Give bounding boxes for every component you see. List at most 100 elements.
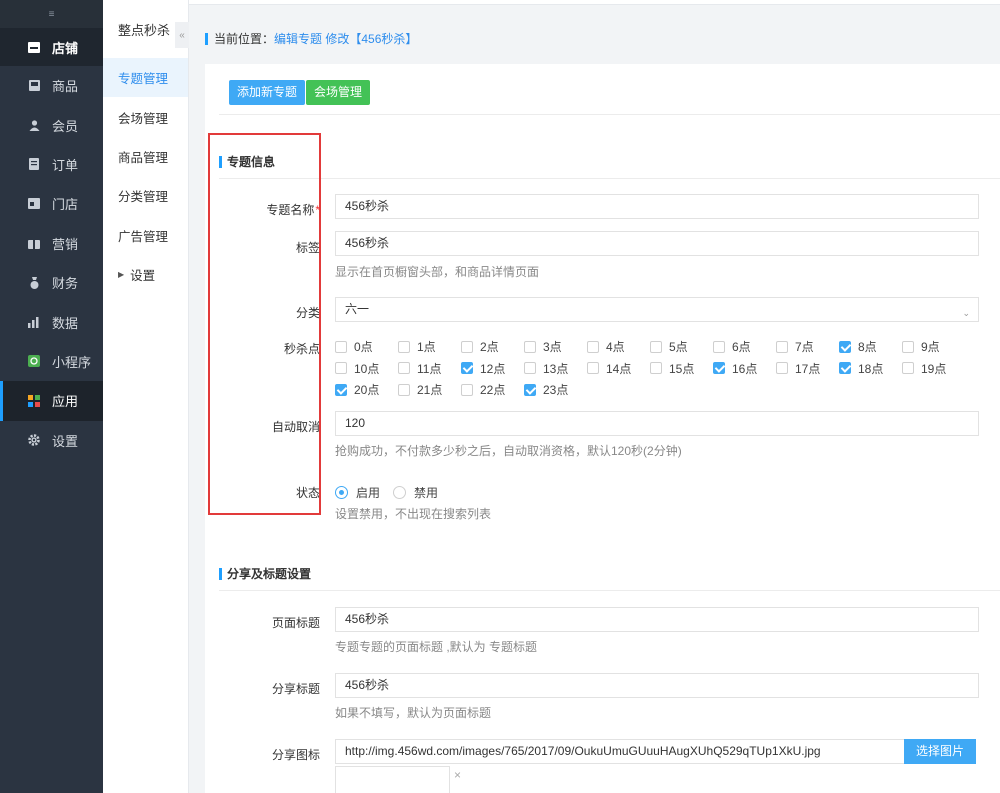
sidebar-item-label: 财务 (52, 276, 79, 292)
store-icon (28, 41, 40, 53)
hour-checkbox[interactable]: 4点 (587, 338, 625, 355)
select-image-button[interactable]: 选择图片 (904, 739, 976, 764)
hour-checkbox[interactable]: 6点 (713, 338, 751, 355)
hour-checkbox[interactable]: 22点 (461, 381, 505, 398)
gear-icon (28, 434, 40, 447)
hour-checkbox-label: 3点 (543, 340, 562, 354)
divider (219, 178, 1000, 179)
sidebar-item-data[interactable]: 数据 (0, 302, 103, 341)
hour-checkbox[interactable]: 8点 (839, 338, 877, 355)
sidebar-item-order[interactable]: 订单 (0, 145, 103, 184)
venue-manage-button[interactable]: 会场管理 (306, 80, 371, 105)
sidebar-item-goods[interactable]: 商品 (0, 66, 103, 105)
sub-item-goods-manage[interactable]: 商品管理 (103, 137, 188, 176)
hour-checkbox[interactable]: 5点 (650, 338, 688, 355)
hour-checkbox[interactable]: 0点 (335, 338, 373, 355)
sub-item-category-manage[interactable]: 分类管理 (103, 176, 188, 215)
hour-checkbox-label: 12点 (480, 361, 506, 376)
sidebar-item-marketing[interactable]: 营销 (0, 224, 103, 263)
status-enable-radio[interactable]: 启用 (335, 484, 380, 501)
sub-item-label: 专题管理 (118, 72, 169, 87)
hour-checkbox-label: 15点 (669, 361, 695, 376)
sidebar-item-label: 数据 (52, 315, 79, 331)
hour-checkbox-label: 6点 (732, 340, 751, 354)
sidebar-item-label: 营销 (52, 236, 79, 252)
hour-checkbox[interactable]: 12点 (461, 360, 505, 377)
checkbox-empty-icon (398, 362, 410, 374)
hour-checkbox-label: 4点 (606, 340, 625, 354)
hour-checkbox[interactable]: 14点 (587, 360, 631, 377)
hour-checkbox[interactable]: 3点 (524, 338, 562, 355)
hour-checkbox-label: 19点 (921, 361, 947, 376)
sub-item-settings[interactable]: ▶ 设置 (103, 255, 188, 294)
sidebar-item-miniprogram[interactable]: 小程序 (0, 342, 103, 381)
sub-item-label: 广告管理 (118, 229, 169, 244)
share-title-input[interactable]: 456秒杀 (335, 673, 979, 698)
hour-checkbox[interactable]: 17点 (776, 360, 820, 377)
sidebar-item-member[interactable]: 会员 (0, 105, 103, 144)
sub-item-ad-manage[interactable]: 广告管理 (103, 216, 188, 255)
hour-checkbox-label: 23点 (543, 383, 569, 397)
close-icon[interactable]: × (454, 768, 461, 782)
sidebar-item-label: 商品 (52, 79, 79, 95)
hour-checkbox[interactable]: 13点 (524, 360, 568, 377)
hour-checkbox[interactable]: 10点 (335, 360, 379, 377)
auto-cancel-hint: 抢购成功，不付款多少秒之后，自动取消资格，默认120秒(2分钟) (335, 444, 682, 458)
page-title-label: 页面标题 (271, 616, 320, 630)
caret-right-icon: ▶ (118, 270, 125, 280)
checkbox-empty-icon (461, 340, 473, 353)
hour-checkbox-label: 17点 (795, 361, 821, 376)
hour-checkbox[interactable]: 11点 (398, 360, 441, 377)
sub-item-venue-manage[interactable]: 会场管理 (103, 97, 188, 136)
checkbox-empty-icon (587, 340, 599, 353)
hour-checkbox-label: 2点 (480, 340, 499, 354)
hour-checkbox[interactable]: 21点 (398, 381, 442, 398)
chevron-down-icon: ⌄ (962, 308, 970, 318)
sidebar-item-finance[interactable]: 财务 (0, 263, 103, 302)
hour-checkbox[interactable]: 15点 (650, 360, 694, 377)
radio-dot (393, 486, 406, 499)
hour-checkbox[interactable]: 16点 (713, 360, 757, 377)
main-panel: 添加新专题 会场管理 专题信息 专题名称* 456秒杀 标签 456秒杀 显示在… (205, 64, 1000, 793)
marketing-icon (28, 237, 40, 249)
hour-checkbox-label: 14点 (606, 361, 632, 376)
page-title-input[interactable]: 456秒杀 (335, 607, 979, 632)
radio-label: 启用 (356, 486, 381, 500)
checkbox-empty-icon (902, 340, 914, 353)
add-topic-button[interactable]: 添加新专题 (229, 80, 306, 105)
tag-input[interactable]: 456秒杀 (335, 231, 979, 256)
category-select[interactable]: 六一 ⌄ (335, 297, 979, 322)
sidebar-item-store[interactable]: 店铺 (0, 28, 103, 66)
hour-checkbox[interactable]: 2点 (461, 338, 499, 355)
checkbox-checked-icon (461, 362, 473, 374)
menu-toggle-icon[interactable]: ≡ (0, 0, 103, 28)
hour-checkbox[interactable]: 18点 (839, 360, 883, 377)
hour-checkbox[interactable]: 19点 (902, 360, 946, 377)
member-icon (28, 119, 40, 131)
hour-checkbox[interactable]: 23点 (524, 381, 568, 398)
hour-checkbox[interactable]: 9点 (902, 338, 940, 355)
sub-item-topic-manage[interactable]: 专题管理 (103, 58, 188, 98)
breadcrumb-link[interactable]: 编辑专题 修改【456秒杀】 (274, 30, 417, 47)
hour-checkbox[interactable]: 20点 (335, 381, 379, 398)
hour-checkbox-label: 16点 (732, 361, 758, 376)
status-disable-radio[interactable]: 禁用 (393, 484, 438, 501)
hour-checkbox[interactable]: 1点 (398, 338, 436, 355)
sidebar-item-settings[interactable]: 设置 (0, 421, 103, 460)
hour-checkbox-label: 1点 (417, 340, 436, 354)
hour-checkbox[interactable]: 7点 (776, 338, 814, 355)
sub-sidebar-title: 整点秒杀 « (103, 0, 189, 58)
share-icon-thumbnail (335, 766, 450, 793)
hour-checkbox-label: 10点 (354, 361, 380, 376)
collapse-icon[interactable]: « (175, 22, 189, 48)
shop-icon (28, 198, 40, 210)
goods-icon (28, 80, 40, 92)
highlight-box (208, 133, 321, 515)
sidebar-item-shop[interactable]: 门店 (0, 184, 103, 223)
share-icon-input[interactable]: http://img.456wd.com/images/765/2017/09/… (335, 739, 905, 764)
auto-cancel-input[interactable]: 120 (335, 411, 979, 436)
sidebar-item-label: 订单 (52, 157, 79, 173)
sidebar-item-apps[interactable]: 应用 (0, 381, 103, 421)
topic-name-input[interactable]: 456秒杀 (335, 194, 979, 219)
share-icon-label: 分享图标 (271, 748, 320, 762)
